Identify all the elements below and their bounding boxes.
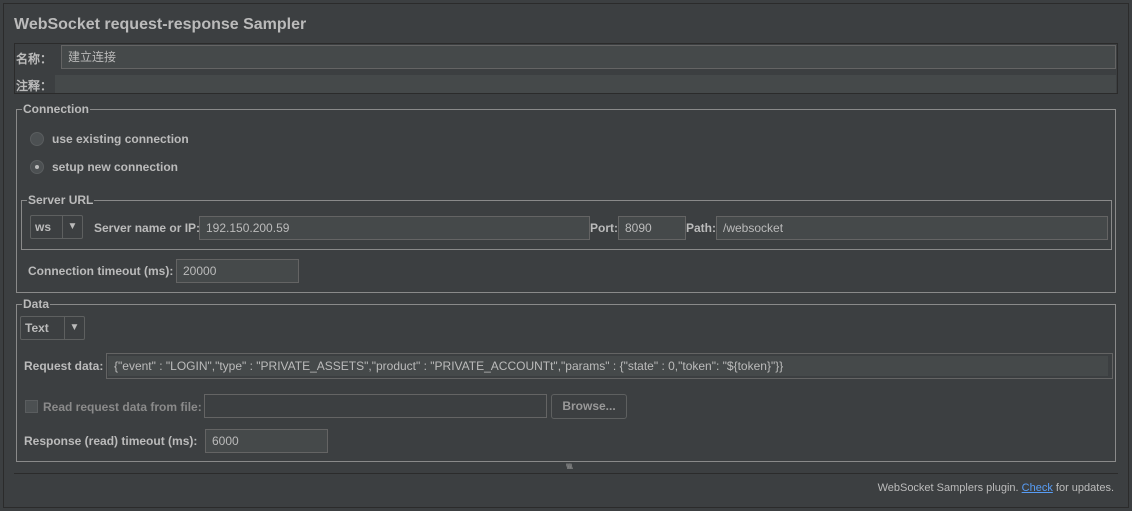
protocol-value: ws xyxy=(35,220,52,234)
read-file-label[interactable]: Read request data from file: xyxy=(43,400,202,414)
comment-input[interactable] xyxy=(55,75,1116,93)
name-label: 名称： xyxy=(16,52,53,66)
setup-new-radio[interactable] xyxy=(30,160,44,174)
path-label: Path: xyxy=(686,221,716,235)
use-existing-radio[interactable] xyxy=(30,132,44,146)
data-legend: Data xyxy=(22,297,51,311)
footer: WebSocket Samplers plugin. Check for upd… xyxy=(878,482,1114,494)
server-input[interactable]: 192.150.200.59 xyxy=(199,216,590,240)
comment-label: 注释： xyxy=(16,79,53,93)
setup-new-label[interactable]: setup new connection xyxy=(52,160,178,174)
connection-legend: Connection xyxy=(22,102,90,116)
use-existing-label[interactable]: use existing connection xyxy=(52,132,189,146)
response-timeout-input[interactable]: 6000 xyxy=(205,429,328,453)
server-label: Server name or IP: xyxy=(94,221,201,235)
request-data-label: Request data: xyxy=(24,359,104,373)
read-file-checkbox[interactable] xyxy=(25,400,38,413)
request-data-input[interactable]: {"event" : "LOGIN","type" : "PRIVATE_ASS… xyxy=(108,356,1108,376)
divider xyxy=(14,473,1118,474)
port-label: Port: xyxy=(590,221,618,235)
footer-suffix: for updates. xyxy=(1052,482,1114,494)
server-url-legend: Server URL xyxy=(27,193,95,207)
page-title: WebSocket request-response Sampler xyxy=(14,16,307,33)
file-path-input[interactable] xyxy=(204,394,547,418)
splitter-handle-icon[interactable]: \\\\\\ xyxy=(566,464,573,471)
port-input[interactable]: 8090 xyxy=(618,216,686,240)
chevron-down-icon: ▼ xyxy=(64,317,84,339)
footer-text: WebSocket Samplers plugin. xyxy=(877,482,1022,494)
browse-button[interactable]: Browse... xyxy=(551,394,627,419)
check-updates-link[interactable]: Check xyxy=(1022,482,1053,494)
data-type-value: Text xyxy=(25,321,49,335)
response-timeout-label: Response (read) timeout (ms): xyxy=(24,434,198,448)
protocol-select[interactable]: ws ▼ xyxy=(30,215,83,239)
chevron-down-icon: ▼ xyxy=(62,216,82,238)
name-input[interactable]: 建立连接 xyxy=(61,45,1116,69)
connection-timeout-input[interactable]: 20000 xyxy=(176,259,299,283)
connection-timeout-label: Connection timeout (ms): xyxy=(28,264,174,278)
path-input[interactable]: /websocket xyxy=(716,216,1108,240)
data-type-select[interactable]: Text ▼ xyxy=(20,316,85,340)
